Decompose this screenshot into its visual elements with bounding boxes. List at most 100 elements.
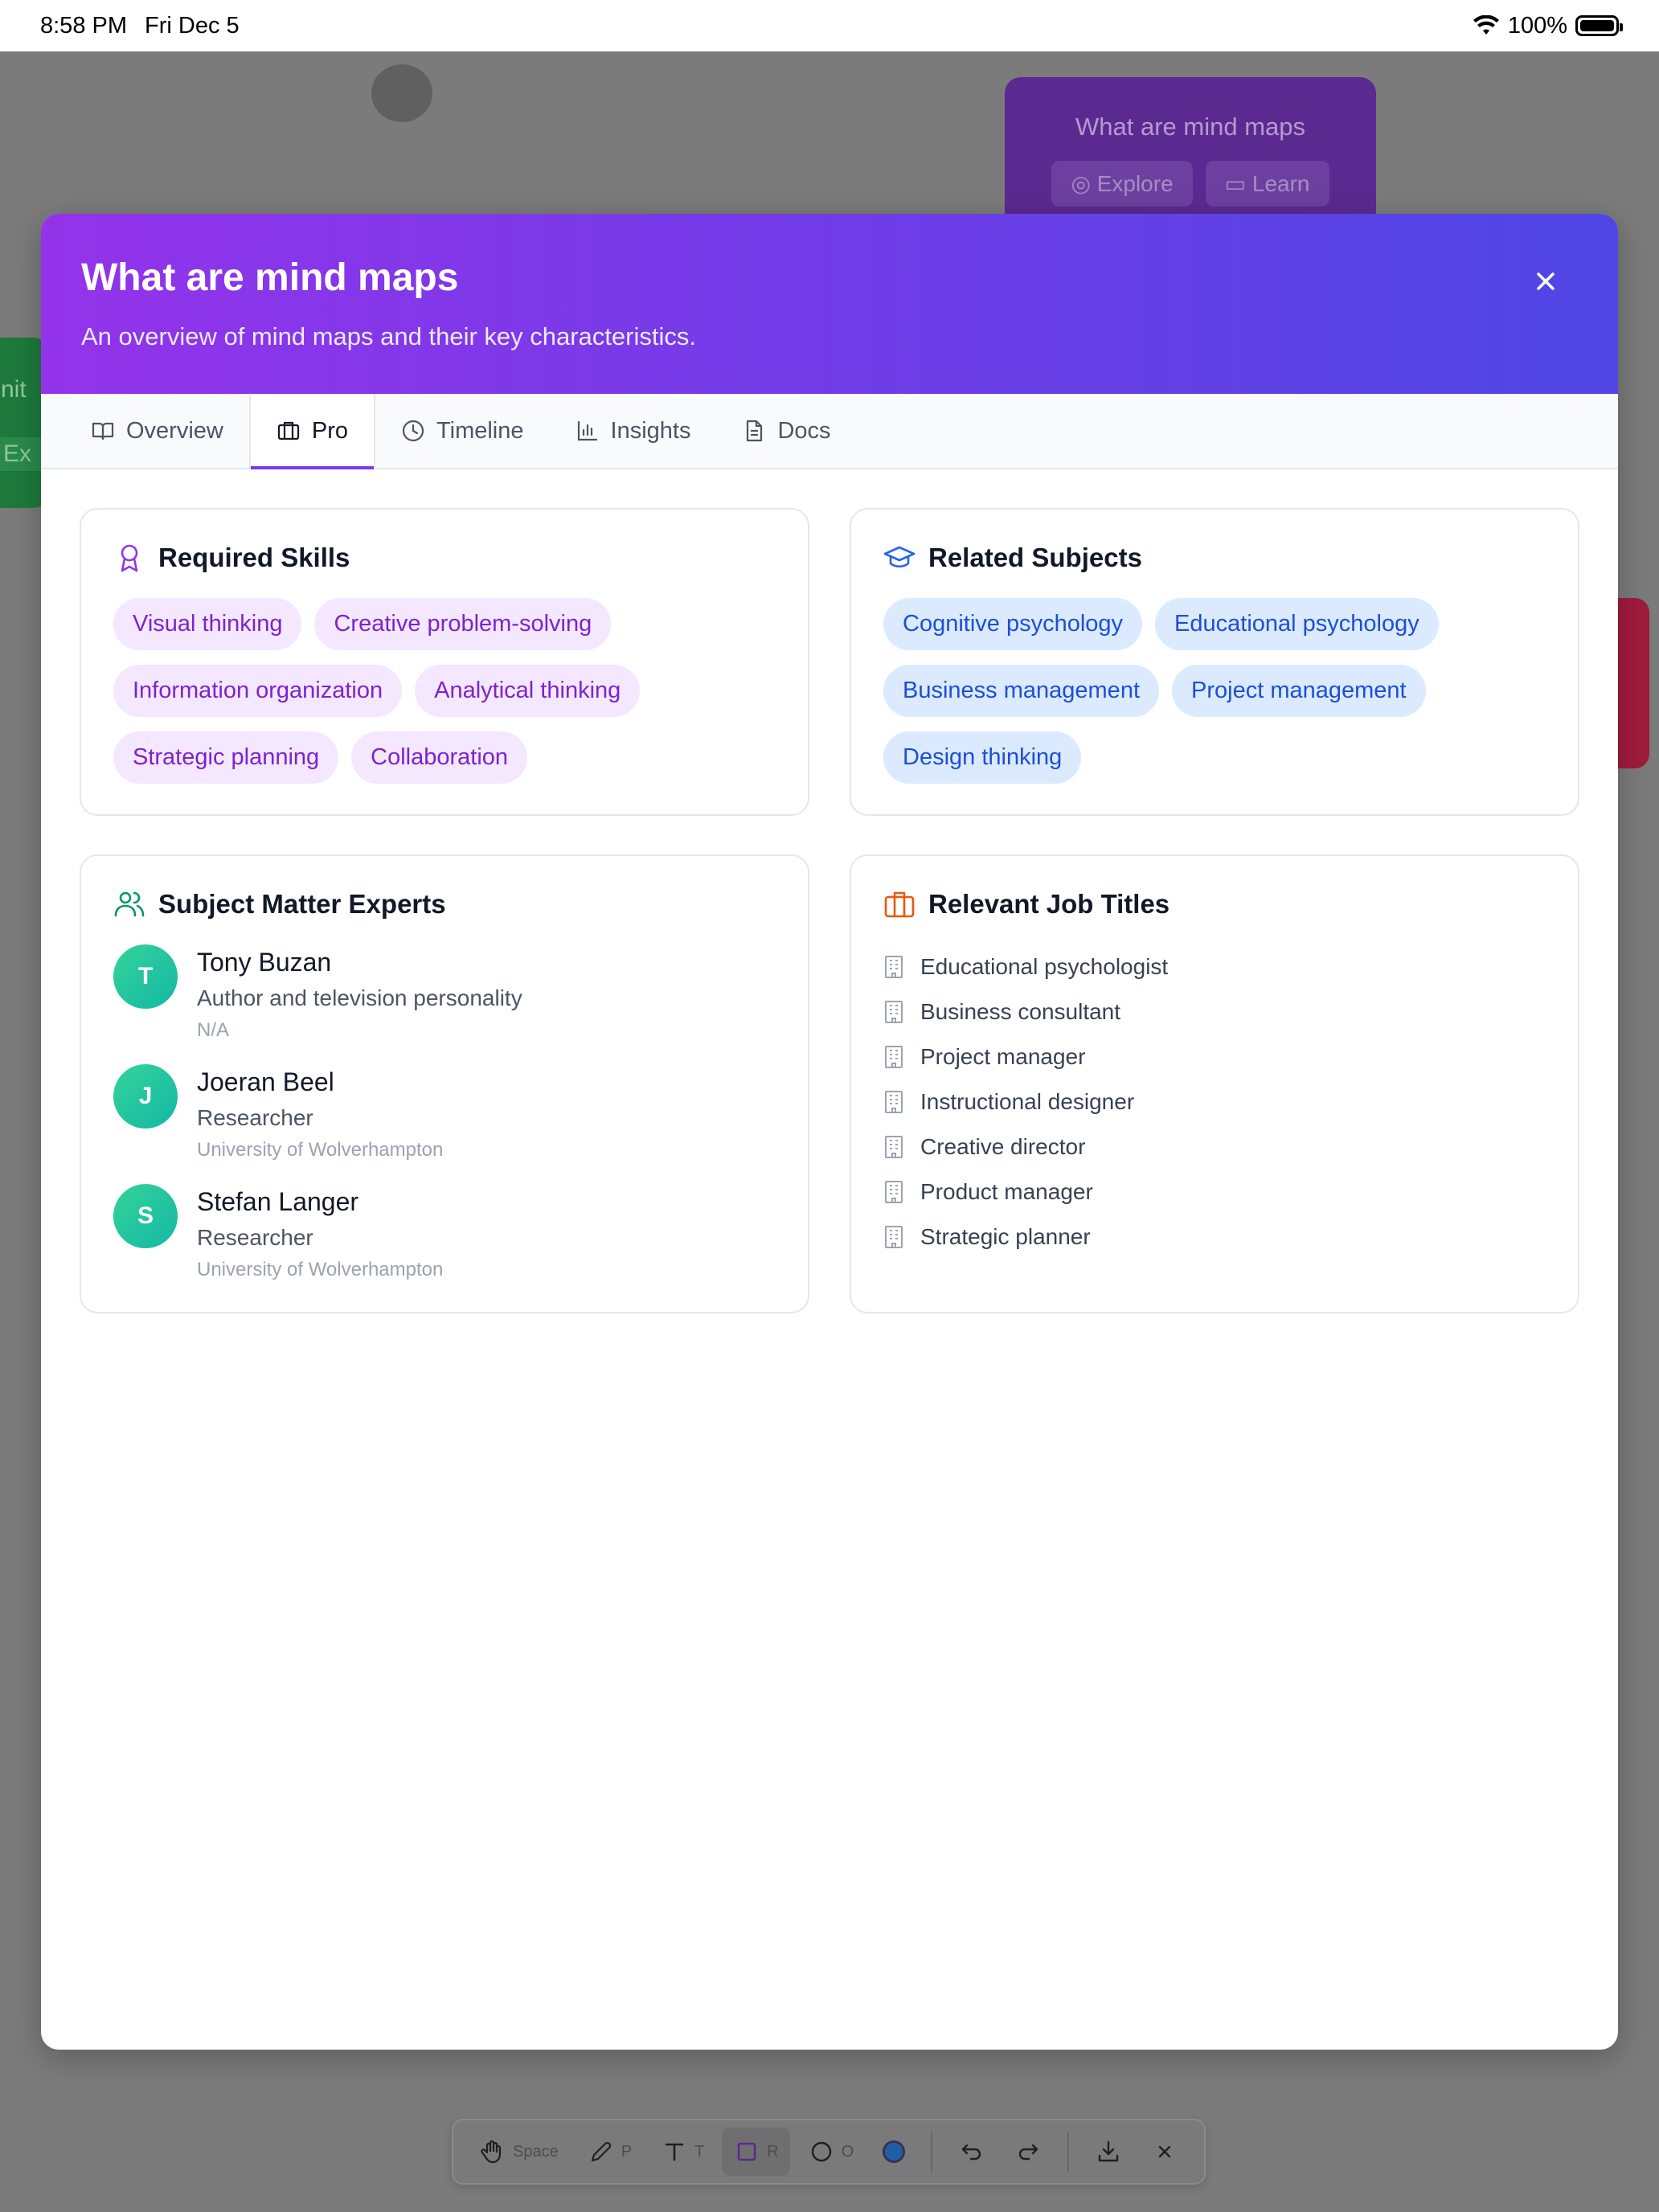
users-icon xyxy=(114,891,145,917)
expert-org: N/A xyxy=(197,1019,230,1041)
job-item: Project manager xyxy=(883,1034,1546,1079)
subjects-card: Related Subjects Cognitive psychology Ed… xyxy=(850,508,1579,816)
status-date: Fri Dec 5 xyxy=(145,12,240,39)
expert-org: University of Wolverhampton xyxy=(197,1259,444,1280)
job-item: Strategic planner xyxy=(883,1215,1546,1260)
skill-chip: Visual thinking xyxy=(113,598,302,650)
subject-chip: Educational psychology xyxy=(1155,598,1439,650)
subjects-title: Related Subjects xyxy=(928,543,1142,572)
tab-timeline[interactable]: Timeline xyxy=(375,394,550,468)
canvas-node-learn-button[interactable]: ▭ Learn xyxy=(1205,161,1329,207)
skill-chip: Analytical thinking xyxy=(415,665,641,717)
close-toolbar-button[interactable] xyxy=(1140,2128,1190,2176)
tab-insights[interactable]: Insights xyxy=(550,394,717,468)
job-title: Business consultant xyxy=(920,999,1121,1024)
tab-docs[interactable]: Docs xyxy=(716,394,856,468)
expert-role: Researcher xyxy=(197,1225,313,1250)
jobs-title: Relevant Job Titles xyxy=(928,889,1170,919)
download-icon xyxy=(1098,2140,1119,2162)
job-title: Educational psychologist xyxy=(920,954,1169,979)
subject-chip: Cognitive psychology xyxy=(883,598,1143,650)
job-title: Strategic planner xyxy=(920,1224,1091,1249)
download-button[interactable] xyxy=(1083,2128,1133,2176)
avatar: J xyxy=(113,1064,178,1129)
experts-title: Subject Matter Experts xyxy=(158,889,446,919)
subject-chip: Design thinking xyxy=(883,731,1082,784)
rectangle-tool[interactable]: R xyxy=(722,2128,790,2176)
ellipse-tool[interactable]: O xyxy=(797,2128,866,2176)
pan-shortcut: Space xyxy=(513,2142,559,2161)
avatar: T xyxy=(113,944,178,1009)
undo-button[interactable] xyxy=(947,2128,997,2176)
job-item: Educational psychologist xyxy=(883,944,1546,989)
briefcase-icon xyxy=(884,891,915,918)
skill-chip: Collaboration xyxy=(351,731,528,784)
text-tool[interactable]: T xyxy=(649,2128,715,2176)
skills-title: Required Skills xyxy=(158,543,350,572)
document-icon xyxy=(747,420,763,442)
tab-insights-label: Insights xyxy=(610,417,691,444)
redo-button[interactable] xyxy=(1003,2128,1053,2176)
rectangle-shortcut: R xyxy=(767,2142,779,2161)
expert-item: J Joeran Beel Researcher University of W… xyxy=(113,1064,776,1161)
wifi-icon xyxy=(1473,15,1499,35)
building-icon xyxy=(885,956,903,978)
circle-icon xyxy=(811,2141,831,2162)
close-icon[interactable] xyxy=(1531,267,1560,296)
toolbar-divider xyxy=(1067,2132,1069,2172)
skill-chip: Strategic planning xyxy=(113,731,339,784)
text-icon xyxy=(665,2143,684,2161)
modal-header: What are mind maps An overview of mind m… xyxy=(41,214,1618,394)
subject-chip: Project management xyxy=(1172,665,1426,717)
building-icon xyxy=(885,1001,903,1023)
bar-chart-icon xyxy=(577,420,597,441)
color-picker[interactable] xyxy=(871,2128,916,2176)
job-item: Business consultant xyxy=(883,989,1546,1034)
battery-icon xyxy=(1575,15,1623,36)
briefcase-icon xyxy=(277,421,299,440)
status-bar: 8:58 PM Fri Dec 5 100% xyxy=(0,0,1659,51)
tab-bar: Overview Pro Timeline Insights Docs xyxy=(41,394,1618,469)
pen-shortcut: P xyxy=(621,2142,633,2161)
experts-card: Subject Matter Experts T Tony Buzan Auth… xyxy=(80,854,809,1313)
building-icon xyxy=(885,1091,903,1113)
graduation-cap-icon xyxy=(883,546,916,568)
pan-tool[interactable]: Space xyxy=(468,2128,570,2176)
canvas-node-explore-button[interactable]: ◎ Explore xyxy=(1051,161,1193,207)
pen-tool[interactable]: P xyxy=(576,2128,643,2176)
tab-timeline-label: Timeline xyxy=(436,417,524,444)
canvas-node-green-button[interactable]: Ex xyxy=(0,437,42,471)
tab-pro[interactable]: Pro xyxy=(248,394,375,469)
tab-pro-label: Pro xyxy=(311,417,348,444)
canvas-node-green-label: finit xyxy=(0,376,27,403)
book-icon xyxy=(92,422,114,440)
toolbar-divider xyxy=(931,2132,933,2172)
clock-icon xyxy=(402,420,424,442)
canvas-node-title: What are mind maps xyxy=(1075,113,1305,141)
battery-percent: 100% xyxy=(1507,12,1567,39)
hand-icon xyxy=(481,2140,502,2164)
canvas-node-red[interactable] xyxy=(1617,598,1649,768)
redo-icon xyxy=(1018,2144,1038,2161)
award-icon xyxy=(121,544,138,572)
rectangle-icon xyxy=(737,2142,756,2161)
pencil-icon xyxy=(591,2141,611,2162)
building-icon xyxy=(885,1226,903,1248)
text-shortcut: T xyxy=(694,2142,705,2161)
job-title: Project manager xyxy=(920,1044,1086,1069)
skill-chip: Creative problem-solving xyxy=(314,598,612,650)
job-title: Creative director xyxy=(920,1134,1086,1159)
undo-icon xyxy=(961,2144,981,2161)
expert-name: Tony Buzan xyxy=(197,948,332,977)
tab-docs-label: Docs xyxy=(777,417,831,444)
tab-overview-label: Overview xyxy=(126,417,223,444)
expert-item: T Tony Buzan Author and television perso… xyxy=(113,944,776,1042)
expert-role: Researcher xyxy=(197,1105,313,1130)
modal-title: What are mind maps xyxy=(81,256,459,299)
modal-subtitle: An overview of mind maps and their key c… xyxy=(81,322,696,350)
skills-card: Required Skills Visual thinking Creative… xyxy=(80,508,809,816)
building-icon xyxy=(885,1181,903,1203)
tab-overview[interactable]: Overview xyxy=(65,394,249,468)
jobs-card: Relevant Job Titles Educational psycholo… xyxy=(850,854,1579,1313)
details-modal: What are mind maps An overview of mind m… xyxy=(41,214,1618,2050)
